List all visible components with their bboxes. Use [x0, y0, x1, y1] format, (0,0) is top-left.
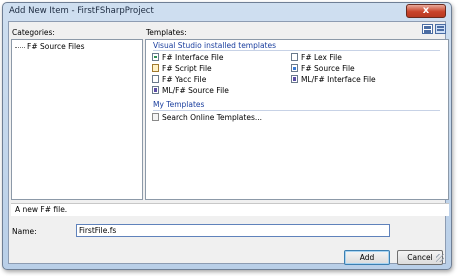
template-label: ML/F# Interface File — [301, 75, 376, 84]
template-label: F# Interface File — [162, 53, 224, 62]
large-icons-view-button[interactable] — [422, 24, 433, 34]
file-icon — [152, 75, 159, 83]
template-fsharp-script-file[interactable]: F# Script File — [152, 64, 212, 74]
group-divider — [153, 110, 440, 111]
group-divider — [153, 50, 440, 51]
fsharp-file-icon — [291, 64, 298, 72]
templates-label: Templates: — [146, 28, 187, 37]
categories-tree[interactable]: F# Source Files — [11, 39, 143, 200]
template-label: F# Script File — [162, 64, 212, 73]
templates-list[interactable]: Visual Studio installed templates F# Int… — [145, 39, 449, 200]
search-online-icon — [152, 113, 159, 121]
small-icons-view-button[interactable] — [435, 24, 446, 34]
my-templates-header: My Templates — [153, 100, 205, 109]
small-icons-icon — [437, 26, 444, 28]
tree-connector — [15, 46, 25, 48]
template-fsharp-lex-file[interactable]: F# Lex File — [291, 53, 342, 63]
template-fsharp-source-file[interactable]: F# Source File — [291, 64, 355, 74]
add-button[interactable]: Add — [344, 250, 390, 265]
window-title: Add New Item - FirstFSharpProject — [9, 6, 154, 16]
template-search-online[interactable]: Search Online Templates... — [152, 113, 262, 123]
close-icon: x — [422, 5, 430, 16]
template-label: F# Lex File — [301, 53, 342, 62]
template-fsharp-yacc-file[interactable]: F# Yacc File — [152, 75, 206, 85]
script-file-icon — [152, 64, 159, 72]
interface-file-icon — [152, 53, 159, 61]
title-bar[interactable]: Add New Item - FirstFSharpProject x — [3, 3, 451, 21]
tree-item-fsharp-source-files[interactable]: F# Source Files — [15, 42, 85, 51]
tree-item-label: F# Source Files — [27, 42, 85, 51]
dialog-window: Add New Item - FirstFSharpProject x Cate… — [2, 2, 452, 270]
close-button[interactable]: x — [406, 4, 446, 18]
large-icons-icon — [424, 26, 431, 29]
ml-source-file-icon — [152, 86, 159, 94]
dialog-client: Categories: Templates: F# Source Files V… — [8, 21, 449, 265]
ml-interface-file-icon — [291, 75, 298, 83]
template-label: ML/F# Source File — [162, 86, 229, 95]
template-fsharp-interface-file[interactable]: F# Interface File — [152, 53, 224, 63]
template-ml-fsharp-interface-file[interactable]: ML/F# Interface File — [291, 75, 376, 85]
template-label: F# Source File — [301, 64, 355, 73]
categories-label: Categories: — [12, 28, 55, 37]
name-input[interactable] — [76, 224, 390, 237]
template-label: Search Online Templates... — [162, 113, 263, 122]
file-icon — [291, 53, 298, 61]
template-ml-fsharp-source-file[interactable]: ML/F# Source File — [152, 86, 229, 96]
template-label: F# Yacc File — [162, 75, 207, 84]
installed-templates-header: Visual Studio installed templates — [153, 41, 277, 50]
resize-grip[interactable] — [436, 254, 444, 262]
name-label: Name: — [12, 227, 37, 236]
template-description: A new F# file. — [11, 203, 449, 216]
